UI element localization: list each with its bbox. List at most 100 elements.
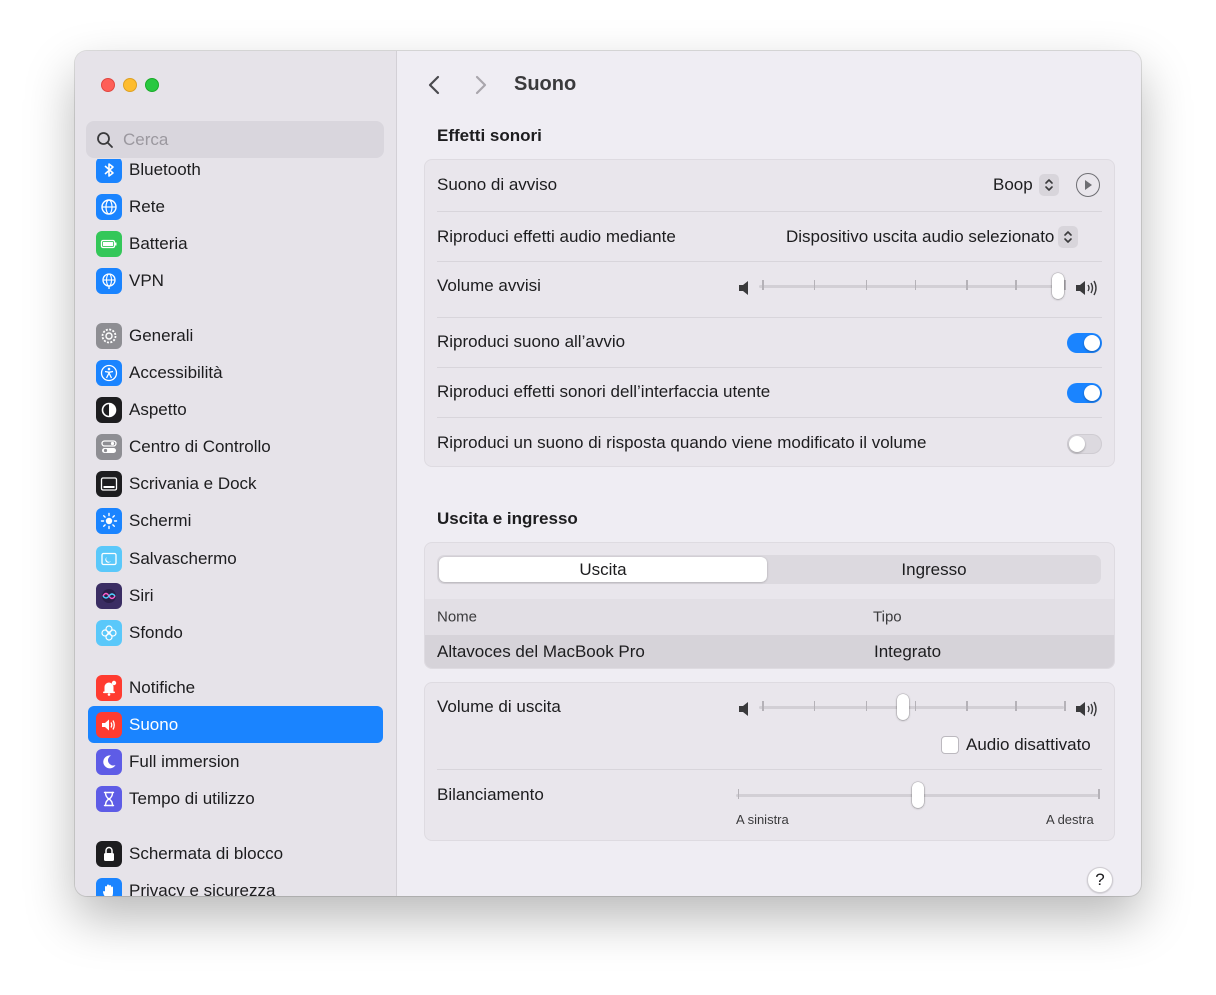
speaker-low-icon xyxy=(739,702,748,716)
sidebar-item-full-immersion[interactable]: Full immersion xyxy=(88,743,383,780)
sidebar-item-scrivania-e-dock[interactable]: Scrivania e Dock xyxy=(88,465,383,502)
screensaver-icon xyxy=(96,545,122,572)
sidebar-item-tempo-di-utilizzo[interactable]: Tempo di utilizzo xyxy=(88,780,383,817)
slider-track xyxy=(759,706,1064,709)
appearance-icon xyxy=(96,396,122,423)
sidebar-item-label: Schermi xyxy=(129,510,192,530)
close-button[interactable] xyxy=(101,78,115,92)
sidebar-item-suono[interactable]: Suono xyxy=(88,706,383,743)
sidebar-item-bluetooth[interactable]: Bluetooth xyxy=(88,159,383,188)
battery-icon xyxy=(96,230,122,257)
sidebar-item-label: Generali xyxy=(129,325,194,345)
back-button[interactable] xyxy=(422,73,446,97)
forward-button[interactable] xyxy=(469,73,493,97)
sidebar-item-rete[interactable]: Rete xyxy=(88,188,383,225)
tab-output[interactable]: Uscita xyxy=(439,557,767,582)
slider-tick xyxy=(813,280,816,290)
vpn-globe-icon xyxy=(96,267,122,294)
sidebar-item-label: Accessibilità xyxy=(129,362,223,382)
balance-right-label: A destra xyxy=(1046,812,1094,827)
sidebar-item-label: Tempo di utilizzo xyxy=(129,788,255,808)
sidebar-item-accessibilità[interactable]: Accessibilità xyxy=(88,354,383,391)
slider-thumb[interactable] xyxy=(1052,273,1064,299)
window-controls xyxy=(101,78,159,92)
sidebar-item-centro-di-controllo[interactable]: Centro di Controllo xyxy=(88,428,383,465)
sidebar-item-batteria[interactable]: Batteria xyxy=(88,225,383,262)
lock-icon xyxy=(96,840,122,867)
slider-thumb[interactable] xyxy=(896,694,909,720)
slider-thumb[interactable] xyxy=(912,782,924,808)
play-icon xyxy=(1085,180,1092,190)
sidebar-item-label: VPN xyxy=(129,270,164,290)
column-header-name[interactable]: Nome xyxy=(437,609,477,626)
sidebar-item-siri[interactable]: Siri xyxy=(88,577,383,614)
sidebar-item-sfondo[interactable]: Sfondo xyxy=(88,614,383,651)
help-button[interactable]: ? xyxy=(1087,867,1113,893)
search-input[interactable] xyxy=(123,129,363,150)
slider-tick xyxy=(1064,701,1066,711)
slider-tick xyxy=(966,701,968,711)
sidebar-list: Bluetooth Rete Batteria VPN Generali Accessib… xyxy=(75,159,396,896)
mute-checkbox[interactable] xyxy=(941,736,959,754)
flower-icon xyxy=(96,619,122,646)
toggle-knob xyxy=(1084,385,1100,401)
volume-feedback-toggle[interactable] xyxy=(1067,434,1102,454)
sidebar-item-label: Salvaschermo xyxy=(129,548,237,568)
sidebar-item-schermi[interactable]: Schermi xyxy=(88,502,383,539)
balance-label: Bilanciamento xyxy=(437,785,544,804)
sidebar-item-label: Suono xyxy=(129,714,179,734)
startup-sound-toggle[interactable] xyxy=(1067,333,1102,353)
slider-tick xyxy=(865,280,868,290)
alert-sound-value: Boop xyxy=(993,175,1033,194)
balance-left-label: A sinistra xyxy=(736,812,789,827)
zoom-button[interactable] xyxy=(145,78,159,92)
speaker-high-icon xyxy=(1076,280,1097,296)
device-name: Altavoces del MacBook Pro xyxy=(437,641,645,661)
divider xyxy=(437,317,1102,318)
play-effects-popup[interactable]: Dispositivo uscita audio selezionato xyxy=(786,226,1079,248)
sidebar-item-label: Sfondo xyxy=(129,622,183,642)
startup-sound-row: Riproduci suono all’avvio xyxy=(437,327,1102,357)
slider-tick xyxy=(737,789,740,799)
chevron-left-icon xyxy=(428,75,440,95)
gear-icon xyxy=(96,322,122,349)
play-alert-button[interactable] xyxy=(1076,173,1100,197)
slider-tick xyxy=(762,280,764,290)
minimize-button[interactable] xyxy=(123,78,137,92)
slider-tick xyxy=(1015,701,1017,711)
siri-icon xyxy=(96,582,122,609)
sidebar-item-label: Bluetooth xyxy=(129,159,201,179)
sidebar-item-privacy-e-sicurezza[interactable]: Privacy e sicurezza xyxy=(88,872,383,896)
volume-feedback-row: Riproduci un suono di risposta quando vi… xyxy=(437,428,1102,458)
balance-slider[interactable] xyxy=(736,780,1100,810)
sidebar-item-label: Rete xyxy=(129,196,165,216)
play-effects-label: Riproduci effetti audio mediante xyxy=(437,227,676,246)
sidebar-item-aspetto[interactable]: Aspetto xyxy=(88,391,383,428)
tab-input[interactable]: Ingresso xyxy=(769,557,1099,582)
table-row[interactable]: Altavoces del MacBook Pro Integrato xyxy=(425,635,1114,668)
search-icon xyxy=(97,131,113,148)
slider-tick xyxy=(762,701,764,711)
alert-volume-slider[interactable] xyxy=(759,271,1066,301)
sidebar-item-label: Aspetto xyxy=(129,399,187,419)
accessibility-icon xyxy=(96,359,122,386)
sidebar-item-schermata-di-blocco[interactable]: Schermata di blocco xyxy=(88,835,383,872)
column-header-type[interactable]: Tipo xyxy=(873,609,902,626)
main-pane: Suono Effetti sonori Suono di avviso Boo… xyxy=(397,51,1141,896)
divider xyxy=(437,769,1102,770)
speaker-low-icon xyxy=(739,281,748,295)
output-volume-card: Volume di uscita Audio disattivato Bilan… xyxy=(424,682,1115,841)
slider-tick xyxy=(1098,789,1100,799)
alert-sound-popup[interactable]: Boop xyxy=(993,174,1059,196)
sidebar-item-vpn[interactable]: VPN xyxy=(88,262,383,299)
sidebar-item-label: Centro di Controllo xyxy=(129,436,271,456)
search-field[interactable] xyxy=(86,121,384,158)
output-volume-slider[interactable] xyxy=(759,692,1066,722)
settings-window: Bluetooth Rete Batteria VPN Generali Accessib… xyxy=(75,51,1141,896)
sidebar-item-salvaschermo[interactable]: Salvaschermo xyxy=(88,540,383,577)
sidebar-item-label: Batteria xyxy=(129,233,188,253)
sidebar-item-notifiche[interactable]: Notifiche xyxy=(88,669,383,706)
mute-label: Audio disattivato xyxy=(966,735,1091,754)
ui-sounds-toggle[interactable] xyxy=(1067,383,1102,403)
sidebar-item-generali[interactable]: Generali xyxy=(88,317,383,354)
